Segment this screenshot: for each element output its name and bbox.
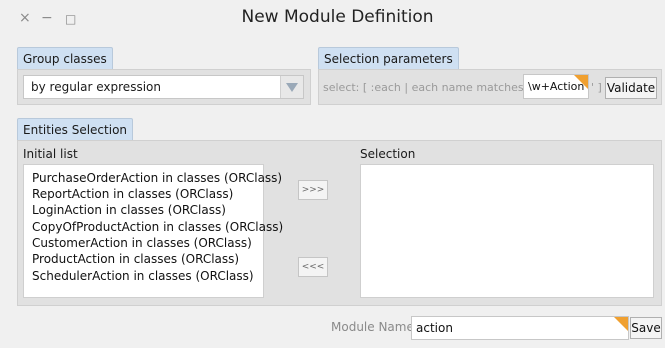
- edited-indicator-icon: [574, 75, 588, 89]
- module-name-input[interactable]: action: [411, 316, 629, 340]
- save-button[interactable]: Save: [630, 317, 662, 339]
- tab-selection-parameters[interactable]: Selection parameters: [318, 47, 459, 70]
- initial-list-label: Initial list: [23, 147, 78, 161]
- dropdown-arrow-button[interactable]: [280, 76, 303, 98]
- title-bar: × − □ New Module Definition: [0, 0, 665, 38]
- tab-entities-selection[interactable]: Entities Selection: [17, 118, 134, 141]
- add-to-selection-button[interactable]: >>>: [298, 180, 328, 200]
- list-item[interactable]: ProductAction in classes (ORClass): [32, 252, 239, 266]
- grouping-dropdown[interactable]: by regular expression: [23, 75, 304, 99]
- window-title: New Module Definition: [241, 7, 434, 27]
- validate-button[interactable]: Validate: [605, 77, 657, 99]
- module-name-value: action: [416, 321, 453, 335]
- list-item[interactable]: LoginAction in classes (ORClass): [32, 203, 226, 217]
- list-item[interactable]: CopyOfProductAction in classes (ORClass): [32, 220, 283, 234]
- module-name-label: Module Name:: [331, 320, 418, 334]
- chevron-down-icon: [286, 83, 298, 92]
- pattern-suffix-text: ' ]: [591, 81, 602, 94]
- pattern-input[interactable]: \w+Action: [523, 74, 589, 99]
- initial-list[interactable]: PurchaseOrderAction in classes (ORClass)…: [23, 164, 283, 298]
- list-item[interactable]: SchedulerAction in classes (ORClass): [32, 269, 254, 283]
- module-definition-window: × − □ New Module Definition Group classe…: [0, 0, 665, 348]
- selection-label: Selection: [360, 147, 416, 161]
- selection-list[interactable]: [360, 164, 654, 298]
- tab-group-classes[interactable]: Group classes: [17, 47, 113, 70]
- remove-from-selection-button[interactable]: <<<: [298, 257, 328, 277]
- grouping-dropdown-value: by regular expression: [31, 80, 161, 94]
- edited-indicator-icon: [614, 317, 628, 331]
- list-item[interactable]: CustomerAction in classes (ORClass): [32, 236, 252, 250]
- list-item[interactable]: PurchaseOrderAction in classes (ORClass): [32, 171, 282, 185]
- pattern-prefix-text: select: [ :each | each name matches: ': [323, 81, 534, 94]
- list-item[interactable]: ReportAction in classes (ORClass): [32, 187, 233, 201]
